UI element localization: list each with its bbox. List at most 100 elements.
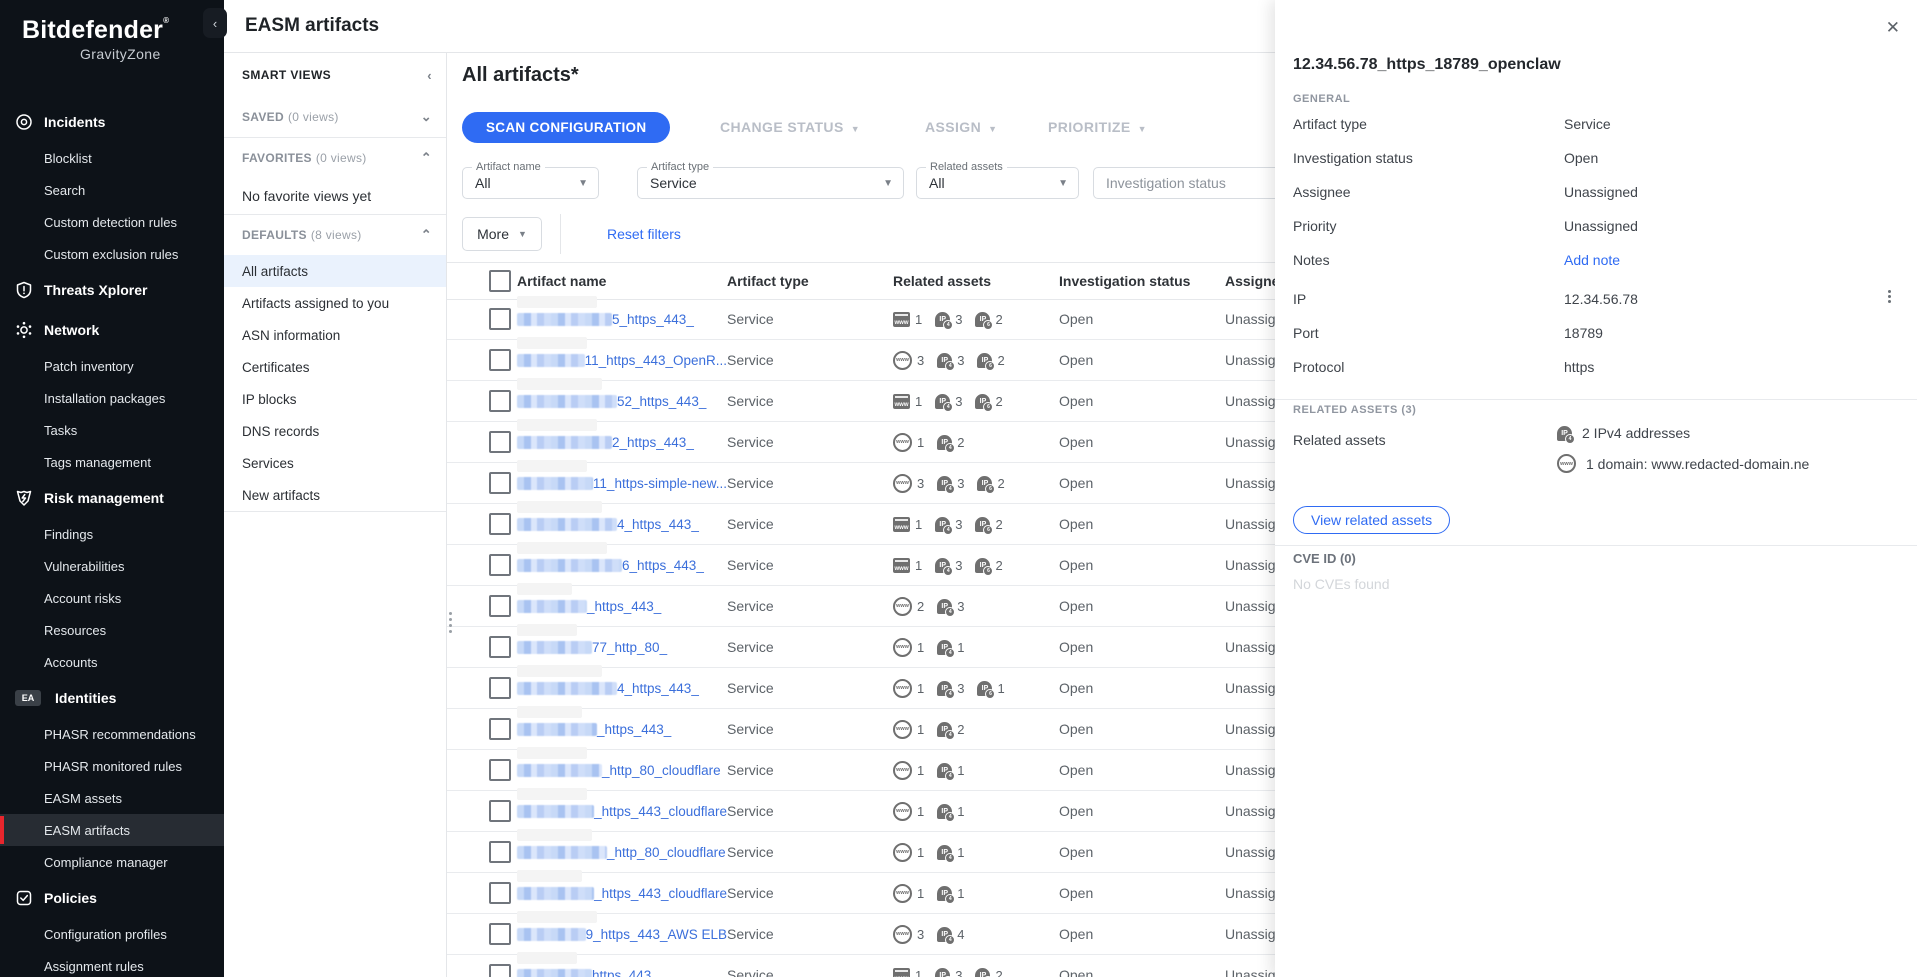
sidebar-item-threats-xplorer[interactable]: Threats Xplorer xyxy=(0,270,224,310)
sidebar-item-tasks[interactable]: Tasks xyxy=(0,414,224,446)
chevron-down-icon: ▼ xyxy=(883,178,893,189)
smart-view-new-artifacts[interactable]: New artifacts xyxy=(224,479,446,511)
row-checkbox[interactable] xyxy=(489,841,511,863)
col-artifact-name[interactable]: Artifact name xyxy=(517,273,727,289)
sidebar-item-configuration-profiles[interactable]: Configuration profiles xyxy=(0,918,224,950)
row-checkbox[interactable] xyxy=(489,595,511,617)
artifact-name-link[interactable]: _https_443_cloudflare xyxy=(594,886,727,901)
investigation-status-cell: Open xyxy=(1059,680,1225,696)
smart-views-collapse-icon[interactable]: ‹ xyxy=(427,68,432,83)
artifact-name-link[interactable]: 11_https-simple-new... xyxy=(593,476,727,491)
sidebar-item-compliance-manager[interactable]: Compliance manager xyxy=(0,846,224,878)
sidebar-item-incidents[interactable]: Incidents xyxy=(0,102,224,142)
artifact-name-link[interactable]: 11_https_443_OpenR... xyxy=(585,353,727,368)
redacted-artifact-name xyxy=(517,313,612,326)
smart-view-artifacts-assigned-to-you[interactable]: Artifacts assigned to you xyxy=(224,287,446,319)
col-related-assets[interactable]: Related assets xyxy=(893,273,1059,289)
defaults-group-header[interactable]: DEFAULTS (8 views) ⌃ xyxy=(224,215,446,255)
sidebar-item-custom-exclusion-rules[interactable]: Custom exclusion rules xyxy=(0,238,224,270)
sidebar-item-policies[interactable]: Policies xyxy=(0,878,224,918)
artifact-name-link[interactable]: 5_https_443_ xyxy=(612,312,694,327)
row-checkbox[interactable] xyxy=(489,472,511,494)
sidebar-item-risk-management[interactable]: Risk management xyxy=(0,478,224,518)
row-checkbox[interactable] xyxy=(489,554,511,576)
row-checkbox[interactable] xyxy=(489,882,511,904)
artifact-name-link[interactable]: _https_443_ xyxy=(587,599,661,614)
row-checkbox[interactable] xyxy=(489,923,511,945)
row-checkbox[interactable] xyxy=(489,759,511,781)
kebab-menu-icon[interactable] xyxy=(1888,290,1891,303)
sidebar-item-resources[interactable]: Resources xyxy=(0,614,224,646)
artifact-name-link[interactable]: 4_https_443_ xyxy=(617,517,699,532)
view-related-assets-button[interactable]: View related assets xyxy=(1293,506,1450,534)
close-icon[interactable]: ✕ xyxy=(1886,18,1900,38)
artifact-name-link[interactable]: 9_https_443_AWS ELB xyxy=(586,927,727,942)
prioritize-button[interactable]: PRIORITIZE▼ xyxy=(1048,119,1147,135)
row-checkbox[interactable] xyxy=(489,718,511,740)
filter-related-assets[interactable]: Related assets All ▼ xyxy=(916,167,1079,199)
smart-view-services[interactable]: Services xyxy=(224,447,446,479)
select-all-checkbox[interactable] xyxy=(489,270,511,292)
sidebar-item-identities[interactable]: EAIdentities xyxy=(0,678,224,718)
scan-configuration-button[interactable]: SCAN CONFIGURATION xyxy=(462,112,670,143)
col-artifact-type[interactable]: Artifact type xyxy=(727,273,893,289)
artifact-name-link[interactable]: _http_80_cloudflare xyxy=(602,763,721,778)
sidebar-item-tags-management[interactable]: Tags management xyxy=(0,446,224,478)
row-checkbox[interactable] xyxy=(489,964,511,977)
artifact-name-link[interactable]: https_443_ xyxy=(592,968,659,977)
artifact-name-link[interactable]: _http_80_cloudflare xyxy=(607,845,726,860)
sidebar-collapse-button[interactable]: ‹ xyxy=(203,8,227,38)
row-checkbox[interactable] xyxy=(489,349,511,371)
artifact-name-link[interactable]: _https_443_cloudflare xyxy=(594,804,727,819)
artifact-name-link[interactable]: 2_https_443_ xyxy=(612,435,694,450)
row-checkbox[interactable] xyxy=(489,431,511,453)
assign-button[interactable]: ASSIGN▼ xyxy=(925,119,997,135)
sidebar-item-patch-inventory[interactable]: Patch inventory xyxy=(0,350,224,382)
sidebar-item-custom-detection-rules[interactable]: Custom detection rules xyxy=(0,206,224,238)
saved-group-header[interactable]: SAVED (0 views) ⌄ xyxy=(224,97,446,137)
sidebar-item-easm-artifacts[interactable]: EASM artifacts xyxy=(0,814,224,846)
smart-views-resize-handle[interactable] xyxy=(449,612,452,633)
change-status-button[interactable]: CHANGE STATUS▼ xyxy=(720,119,860,135)
sidebar-item-network[interactable]: Network xyxy=(0,310,224,350)
artifact-name-link[interactable]: 6_https_443_ xyxy=(622,558,704,573)
artifact-name-link[interactable]: _https_443_ xyxy=(597,722,671,737)
sidebar-item-blocklist[interactable]: Blocklist xyxy=(0,142,224,174)
sidebar-item-assignment-rules[interactable]: Assignment rules xyxy=(0,950,224,977)
artifact-name-link[interactable]: 52_https_443_ xyxy=(617,394,706,409)
sidebar-item-account-risks[interactable]: Account risks xyxy=(0,582,224,614)
row-checkbox[interactable] xyxy=(489,800,511,822)
row-checkbox[interactable] xyxy=(489,513,511,535)
sidebar-item-phasr-recommendations[interactable]: PHASR recommendations xyxy=(0,718,224,750)
chevron-down-icon[interactable]: ⌄ xyxy=(421,109,432,125)
artifact-name-link[interactable]: 4_https_443_ xyxy=(617,681,699,696)
row-checkbox[interactable] xyxy=(489,308,511,330)
more-filters-button[interactable]: More▼ xyxy=(462,217,542,251)
favorites-group-header[interactable]: FAVORITES (0 views) ⌃ xyxy=(224,138,446,178)
sidebar-item-vulnerabilities[interactable]: Vulnerabilities xyxy=(0,550,224,582)
row-checkbox[interactable] xyxy=(489,677,511,699)
table-row: _https_443_cloudflareServicewww1IP41Open… xyxy=(447,873,1275,914)
sidebar-item-phasr-monitored-rules[interactable]: PHASR monitored rules xyxy=(0,750,224,782)
divider xyxy=(1275,399,1917,400)
sidebar-item-easm-assets[interactable]: EASM assets xyxy=(0,782,224,814)
filter-artifact-type[interactable]: Artifact type Service ▼ xyxy=(637,167,904,199)
smart-view-all-artifacts[interactable]: All artifacts xyxy=(224,255,446,287)
sidebar-item-accounts[interactable]: Accounts xyxy=(0,646,224,678)
chevron-up-icon[interactable]: ⌃ xyxy=(421,150,432,166)
smart-view-ip-blocks[interactable]: IP blocks xyxy=(224,383,446,415)
filter-artifact-name[interactable]: Artifact name All ▼ xyxy=(462,167,599,199)
smart-view-dns-records[interactable]: DNS records xyxy=(224,415,446,447)
add-note-link[interactable]: Add note xyxy=(1564,252,1620,268)
row-checkbox[interactable] xyxy=(489,390,511,412)
artifact-name-link[interactable]: 77_http_80_ xyxy=(592,640,667,655)
sidebar-item-installation-packages[interactable]: Installation packages xyxy=(0,382,224,414)
col-investigation-status[interactable]: Investigation status xyxy=(1059,273,1225,289)
chevron-up-icon[interactable]: ⌃ xyxy=(421,227,432,243)
smart-view-asn-information[interactable]: ASN information xyxy=(224,319,446,351)
smart-view-certificates[interactable]: Certificates xyxy=(224,351,446,383)
sidebar-item-findings[interactable]: Findings xyxy=(0,518,224,550)
sidebar-item-search[interactable]: Search xyxy=(0,174,224,206)
row-checkbox[interactable] xyxy=(489,636,511,658)
reset-filters-link[interactable]: Reset filters xyxy=(607,226,681,242)
